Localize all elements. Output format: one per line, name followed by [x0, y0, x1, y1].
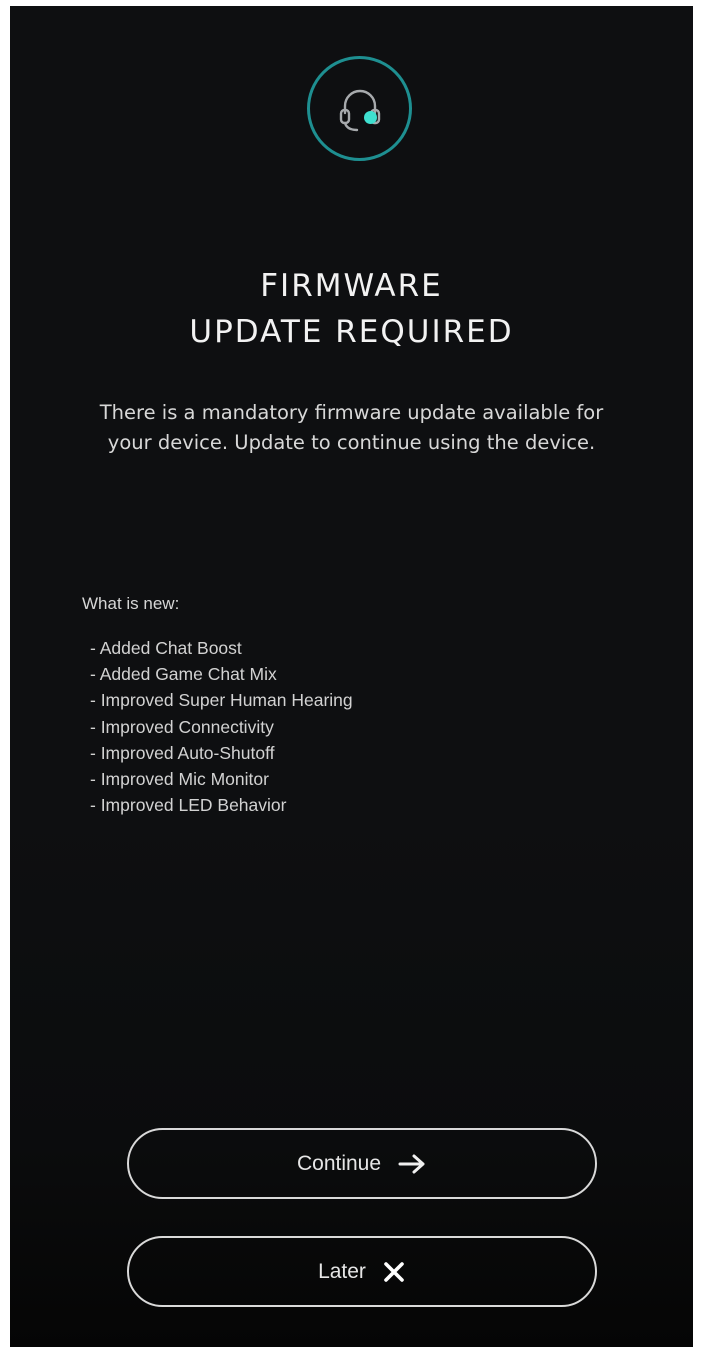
title-line-1: FIRMWARE	[260, 267, 443, 304]
whats-new-label: What is new:	[82, 594, 180, 613]
title-line-2: UPDATE REQUIRED	[189, 313, 514, 350]
continue-button-label: Continue	[296, 1151, 382, 1175]
device-icon-ring	[307, 56, 412, 161]
list-item: - Improved Auto-Shutoff	[90, 742, 275, 763]
headset-icon	[339, 89, 380, 131]
page-title: FIRMWARE UPDATE REQUIRED	[10, 263, 693, 355]
continue-button[interactable]: Continue	[127, 1128, 597, 1199]
arrow-right-icon	[397, 1153, 427, 1175]
changelog-list: - Added Chat Boost - Added Game Chat Mix…	[90, 635, 353, 818]
firmware-update-screen: FIRMWARE UPDATE REQUIRED There is a mand…	[10, 6, 693, 1347]
later-button-label: Later	[318, 1259, 366, 1283]
later-button[interactable]: Later	[127, 1236, 597, 1307]
list-item: - Added Chat Boost	[90, 638, 242, 658]
close-icon	[382, 1260, 406, 1284]
list-item: - Improved Mic Monitor	[90, 769, 269, 790]
list-item: - Improved LED Behavior	[90, 795, 287, 816]
status-dot	[363, 110, 377, 124]
list-item: - Improved Connectivity	[90, 716, 274, 737]
list-item: - Improved Super Human Hearing	[90, 690, 353, 711]
list-item: - Added Game Chat Mix	[90, 664, 277, 685]
update-description: There is a mandatory firmware update ava…	[99, 401, 604, 454]
